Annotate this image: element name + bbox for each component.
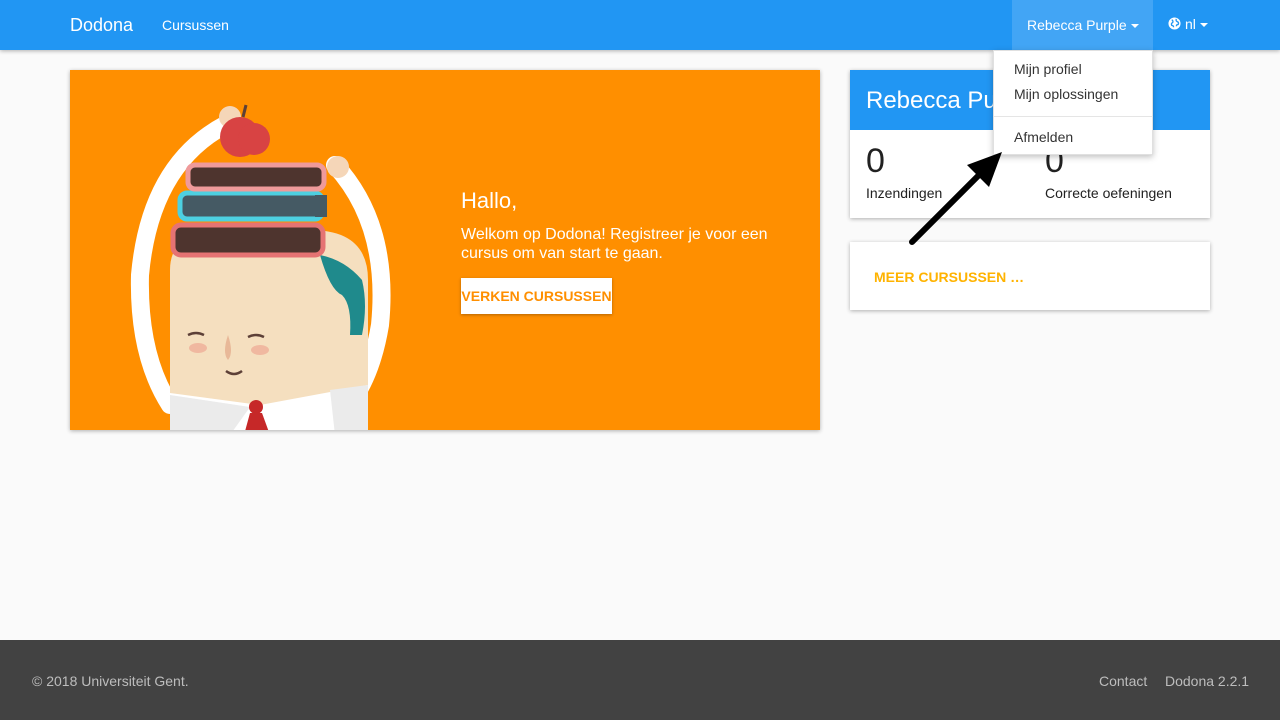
user-dropdown-menu: Mijn profiel Mijn oplossingen Afmelden <box>993 50 1153 155</box>
menu-divider <box>994 116 1152 117</box>
explore-courses-button[interactable]: VERKEN CURSUSSEN <box>461 278 612 314</box>
hero-text: Welkom op Dodona! Registreer je voor een… <box>461 226 768 262</box>
navbar: Dodona Cursussen Rebecca Purple nl <box>0 0 1280 50</box>
submissions-count: 0 <box>866 142 885 180</box>
user-menu-toggle[interactable]: Rebecca Purple <box>1012 0 1153 50</box>
language-toggle[interactable]: nl <box>1168 16 1208 32</box>
footer-contact-link[interactable]: Contact <box>1099 673 1147 689</box>
menu-item-solutions[interactable]: Mijn oplossingen <box>1014 86 1118 102</box>
nav-courses-link[interactable]: Cursussen <box>162 17 229 33</box>
menu-item-profile[interactable]: Mijn profiel <box>1014 61 1082 77</box>
arrow-icon <box>909 152 1002 245</box>
footer: © 2018 Universiteit Gent. Contact Dodona… <box>0 640 1280 720</box>
more-courses-link[interactable]: MEER CURSUSSEN … <box>874 269 1024 285</box>
caret-down-icon <box>1199 23 1208 28</box>
brand-link[interactable]: Dodona <box>70 15 133 36</box>
menu-item-logout[interactable]: Afmelden <box>1014 129 1073 145</box>
language-label: nl <box>1185 16 1196 32</box>
student-books-illustration <box>130 104 391 430</box>
globe-icon <box>1168 17 1181 30</box>
hero-title: Hallo, <box>461 188 518 213</box>
footer-copyright: © 2018 Universiteit Gent. <box>32 673 189 689</box>
caret-down-icon <box>1130 24 1139 29</box>
welcome-hero-card: Hallo, Welkom op Dodona! Registreer je v… <box>70 70 820 430</box>
footer-version-link[interactable]: Dodona 2.2.1 <box>1165 673 1249 689</box>
user-menu-label: Rebecca Purple <box>1027 17 1127 33</box>
correct-label: Correcte oefeningen <box>1045 185 1172 201</box>
